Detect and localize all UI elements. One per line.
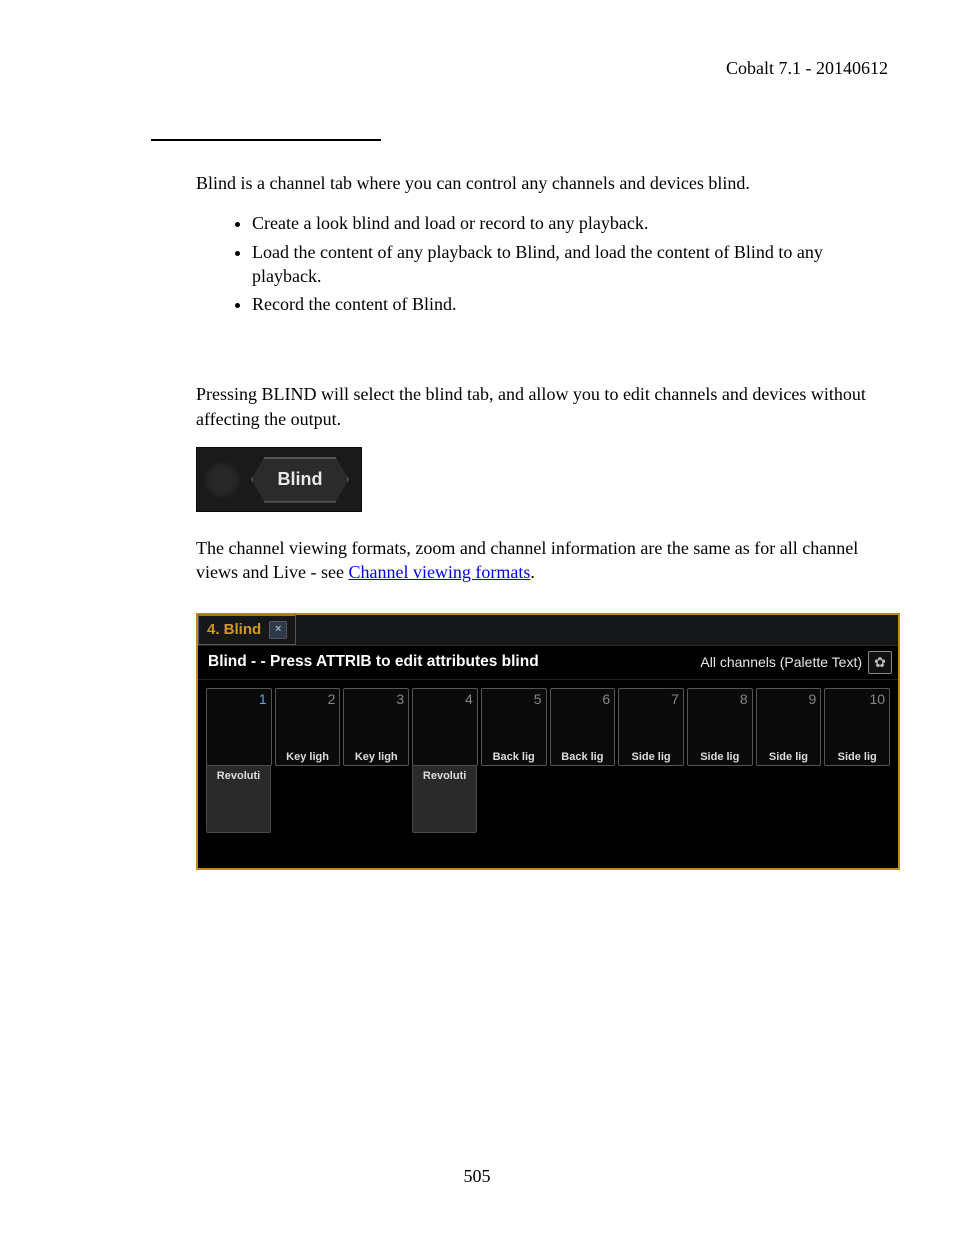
tab-blind[interactable]: 4. Blind × — [198, 614, 296, 645]
settings-button[interactable]: ✿ — [868, 651, 892, 674]
channel-label: Side lig — [757, 751, 821, 763]
channel-number: 2 — [328, 691, 336, 707]
content-column: Blind is a channel tab where you can con… — [196, 171, 888, 870]
channel-cell[interactable]: 8 Side lig — [687, 688, 753, 766]
channel-cell[interactable]: 4Revoluti — [412, 688, 478, 766]
channel-viewing-formats-link[interactable]: Channel viewing formats — [348, 562, 530, 582]
list-item: Record the content of Blind. — [252, 292, 888, 316]
channel-label: Key ligh — [344, 751, 408, 763]
channel-label: Side lig — [688, 751, 752, 763]
tab-bar: 4. Blind × — [198, 615, 898, 646]
channel-number: 10 — [869, 691, 885, 707]
press-blind-paragraph: Pressing BLIND will select the blind tab… — [196, 382, 888, 431]
channel-fixture-label: Revoluti — [207, 770, 270, 782]
channel-row: 1Revoluti 2 Key ligh 3 Key ligh 4Revoluti 5 Bac… — [206, 688, 890, 766]
channel-cell[interactable]: 9 Side lig — [756, 688, 822, 766]
feature-list: Create a look blind and load or record t… — [196, 211, 888, 316]
page: Cobalt 7.1 - 20140612 Blind is a channel… — [0, 0, 954, 1235]
channel-number: 7 — [671, 691, 679, 707]
blind-panel: 4. Blind × Blind - - Press ATTRIB to edi… — [196, 613, 900, 870]
channel-number: 5 — [534, 691, 542, 707]
close-icon[interactable]: × — [269, 621, 287, 639]
channel-cell[interactable]: 2 Key ligh — [275, 688, 341, 766]
channel-number: 1 — [259, 691, 267, 707]
section-rule — [151, 139, 381, 141]
intro-paragraph: Blind is a channel tab where you can con… — [196, 171, 888, 195]
blind-hardware-button: Blind — [196, 447, 362, 512]
channel-number: 9 — [809, 691, 817, 707]
channel-label: Side lig — [619, 751, 683, 763]
indicator-icon — [203, 461, 241, 499]
tab-label: 4. Blind — [207, 621, 261, 638]
channel-number: 4 — [465, 691, 473, 707]
channel-label: Key ligh — [276, 751, 340, 763]
blind-key-cap: Blind — [251, 457, 349, 503]
channel-label: Side lig — [825, 751, 889, 763]
doc-header: Cobalt 7.1 - 20140612 — [66, 58, 888, 79]
list-item: Load the content of any playback to Blin… — [252, 240, 888, 289]
channel-grid: 1Revoluti2Key ligh3Key ligh4Revoluti5Bac… — [198, 680, 898, 868]
panel-header-right: All channels (Palette Text) ✿ — [700, 651, 892, 674]
para3-suffix: . — [530, 562, 535, 582]
channel-number: 3 — [396, 691, 404, 707]
channel-fixture-box[interactable]: Revoluti — [206, 765, 271, 833]
channel-fixture-box[interactable]: Revoluti — [412, 765, 477, 833]
channel-cell[interactable]: 5 Back lig — [481, 688, 547, 766]
panel-header: Blind - - Press ATTRIB to edit attribute… — [198, 646, 898, 680]
channel-cell[interactable]: 10 Side lig — [824, 688, 890, 766]
list-item: Create a look blind and load or record t… — [252, 211, 888, 235]
channel-cell[interactable]: 7 Side lig — [618, 688, 684, 766]
gear-icon: ✿ — [874, 654, 886, 671]
blind-key-label: Blind — [278, 469, 323, 490]
channel-cell[interactable]: 3 Key ligh — [343, 688, 409, 766]
panel-title: Blind - - Press ATTRIB to edit attribute… — [208, 653, 539, 671]
channel-label: Back lig — [551, 751, 615, 763]
channel-cell[interactable]: 6 Back lig — [550, 688, 616, 766]
channel-number: 6 — [602, 691, 610, 707]
formats-paragraph: The channel viewing formats, zoom and ch… — [196, 536, 888, 585]
channel-cell[interactable]: 1Revoluti — [206, 688, 272, 766]
channel-fixture-label: Revoluti — [413, 770, 476, 782]
view-mode-label: All channels (Palette Text) — [700, 654, 862, 670]
page-number: 505 — [0, 1166, 954, 1187]
channel-label: Back lig — [482, 751, 546, 763]
channel-number: 8 — [740, 691, 748, 707]
